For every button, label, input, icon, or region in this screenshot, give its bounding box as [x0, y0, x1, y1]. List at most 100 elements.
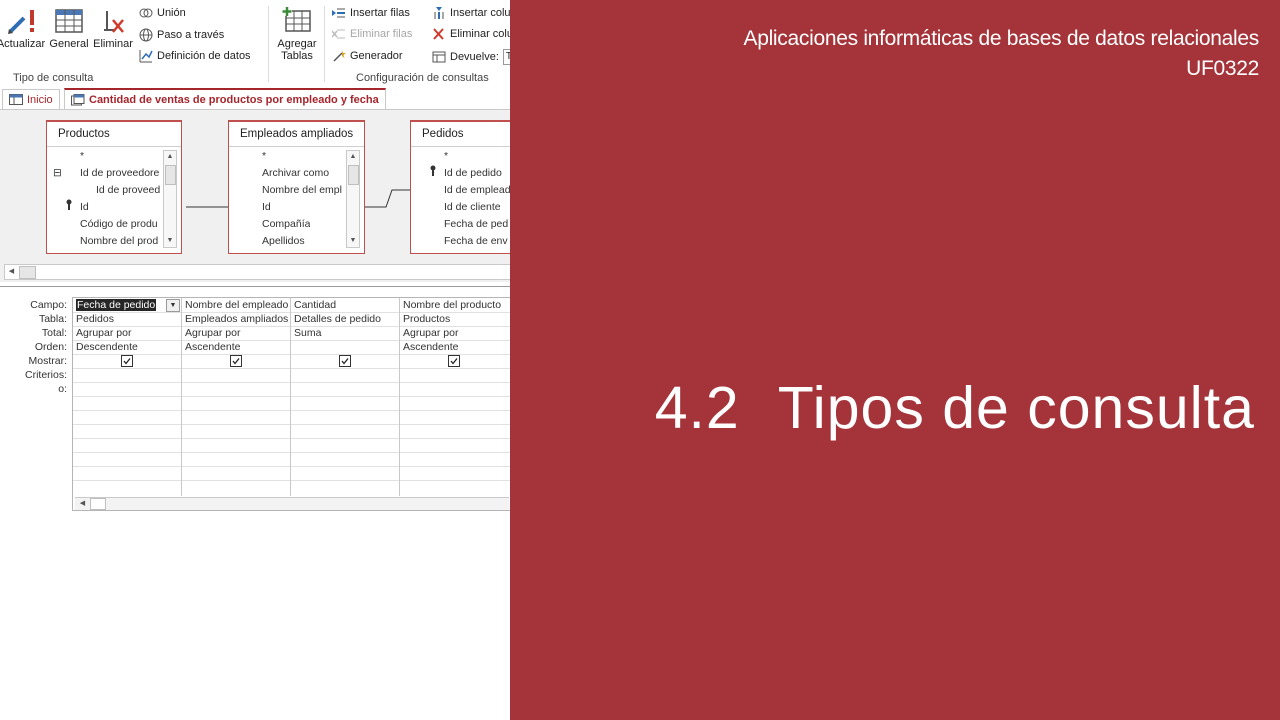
grid-column[interactable]: Fecha de pedido ▼ Pedidos Agrupar por De…	[73, 298, 182, 496]
empty-cell[interactable]	[400, 452, 510, 467]
general-button[interactable]: General	[48, 8, 90, 50]
empty-cell[interactable]	[182, 438, 290, 453]
o-cell[interactable]	[182, 382, 290, 397]
eliminar-columnas-button[interactable]: Eliminar colu	[432, 28, 513, 40]
mostrar-cell[interactable]	[291, 354, 399, 369]
scroll-thumb[interactable]	[19, 266, 36, 279]
o-cell[interactable]	[73, 382, 181, 397]
empty-cell[interactable]	[400, 410, 510, 425]
empty-cell[interactable]	[73, 396, 181, 411]
field-item[interactable]: Código de produ	[80, 216, 164, 233]
campo-cell[interactable]: Nombre del producto	[400, 298, 510, 313]
orden-cell[interactable]: Descendente	[73, 340, 181, 355]
paso-a-traves-button[interactable]: Paso a través	[139, 28, 224, 42]
orden-cell[interactable]	[291, 340, 399, 355]
empty-cell[interactable]	[182, 452, 290, 467]
empty-cell[interactable]	[400, 480, 510, 494]
field-item[interactable]: Nombre del prod	[80, 233, 164, 250]
empty-cell[interactable]	[182, 396, 290, 411]
field-item[interactable]: *	[444, 148, 448, 165]
field-item[interactable]: Archivar como	[262, 165, 346, 182]
scroll-thumb[interactable]	[165, 165, 176, 185]
grid-horizontal-scrollbar[interactable]: ◀	[75, 497, 509, 510]
empty-cell[interactable]	[73, 438, 181, 453]
pedidos-table[interactable]: Pedidos * Id de pedido Id de emplead Id …	[410, 120, 522, 254]
criterios-cell[interactable]	[291, 368, 399, 383]
tabla-cell[interactable]: Detalles de pedido	[291, 312, 399, 327]
empty-cell[interactable]	[291, 466, 399, 481]
grid-column[interactable]: Cantidad Detalles de pedido Suma	[291, 298, 400, 496]
orden-cell[interactable]: Ascendente	[400, 340, 510, 355]
empty-cell[interactable]	[182, 480, 290, 494]
mostrar-checkbox[interactable]	[339, 355, 351, 367]
grid-column[interactable]: Nombre del empleado Empleados ampliados …	[182, 298, 291, 496]
empty-cell[interactable]	[400, 424, 510, 439]
dropdown-arrow-icon[interactable]: ▼	[166, 299, 180, 312]
insertar-columnas-button[interactable]: Insertar colu	[432, 7, 511, 19]
empty-cell[interactable]	[73, 480, 181, 494]
field-item[interactable]: *	[262, 148, 266, 165]
field-item[interactable]: Id de proveedore	[80, 165, 164, 182]
productos-table[interactable]: Productos * ⊟ Id de proveedore Id de pro…	[46, 120, 182, 254]
vertical-scrollbar[interactable]: ▲ ▼	[163, 150, 177, 248]
mostrar-checkbox[interactable]	[448, 355, 460, 367]
scroll-thumb[interactable]	[348, 165, 359, 185]
empty-cell[interactable]	[291, 438, 399, 453]
field-item[interactable]: Id de proveed	[96, 182, 164, 199]
field-item[interactable]: Compañía	[262, 216, 310, 233]
empty-cell[interactable]	[291, 480, 399, 494]
field-item[interactable]: Id de cliente	[444, 199, 510, 216]
tabla-cell[interactable]: Empleados ampliados	[182, 312, 290, 327]
tabla-cell[interactable]: Productos	[400, 312, 510, 327]
empleados-table[interactable]: Empleados ampliados * Archivar como Nomb…	[228, 120, 365, 254]
empty-cell[interactable]	[73, 466, 181, 481]
tab-query[interactable]: Cantidad de ventas de productos por empl…	[64, 88, 386, 109]
empty-cell[interactable]	[182, 466, 290, 481]
field-item[interactable]: Fecha de env	[444, 233, 510, 250]
field-item[interactable]: *	[80, 148, 84, 165]
eliminar-button[interactable]: Eliminar	[91, 8, 135, 50]
insertar-filas-button[interactable]: Insertar filas	[332, 7, 410, 19]
criterios-cell[interactable]	[73, 368, 181, 383]
empty-cell[interactable]	[73, 424, 181, 439]
o-cell[interactable]	[291, 382, 399, 397]
empty-cell[interactable]	[73, 452, 181, 467]
empty-cell[interactable]	[182, 410, 290, 425]
agregar-tablas-button[interactable]: Agregar Tablas	[274, 6, 320, 62]
o-cell[interactable]	[400, 382, 510, 397]
field-item[interactable]: Id de pedido	[444, 165, 502, 182]
scroll-up-arrow-icon[interactable]: ▲	[347, 151, 359, 163]
definicion-datos-button[interactable]: Definición de datos	[139, 49, 251, 63]
field-item[interactable]: Nombre del empl	[262, 182, 346, 199]
mostrar-cell[interactable]	[182, 354, 290, 369]
total-cell[interactable]: Agrupar por	[182, 326, 290, 341]
scroll-left-arrow-icon[interactable]: ◀	[6, 266, 17, 277]
total-cell[interactable]: Agrupar por	[400, 326, 510, 341]
empty-cell[interactable]	[291, 452, 399, 467]
scroll-left-arrow-icon[interactable]: ◀	[77, 498, 88, 509]
mostrar-cell[interactable]	[400, 354, 510, 369]
actualizar-button[interactable]: Actualizar	[0, 8, 46, 50]
total-cell[interactable]: Agrupar por	[73, 326, 181, 341]
empty-cell[interactable]	[291, 410, 399, 425]
field-item[interactable]: Apellidos	[262, 233, 305, 250]
vertical-scrollbar[interactable]: ▲ ▼	[346, 150, 360, 248]
scroll-up-arrow-icon[interactable]: ▲	[164, 151, 176, 163]
splitter[interactable]	[0, 286, 510, 287]
scroll-down-arrow-icon[interactable]: ▼	[164, 235, 176, 247]
criterios-cell[interactable]	[400, 368, 510, 383]
scroll-thumb[interactable]	[90, 498, 106, 510]
grid-column[interactable]: Nombre del producto Productos Agrupar po…	[400, 298, 510, 496]
eliminar-filas-button[interactable]: Eliminar filas	[332, 28, 412, 40]
empty-cell[interactable]	[291, 424, 399, 439]
campo-cell[interactable]: Nombre del empleado	[182, 298, 290, 313]
total-cell[interactable]: Suma	[291, 326, 399, 341]
orden-cell[interactable]: Ascendente	[182, 340, 290, 355]
empty-cell[interactable]	[73, 410, 181, 425]
mostrar-checkbox[interactable]	[121, 355, 133, 367]
union-button[interactable]: Unión	[139, 7, 186, 19]
empty-cell[interactable]	[400, 466, 510, 481]
tab-inicio[interactable]: Inicio	[2, 89, 60, 109]
field-item[interactable]: Fecha de ped	[444, 216, 510, 233]
field-item[interactable]: Id de emplead	[444, 182, 510, 199]
